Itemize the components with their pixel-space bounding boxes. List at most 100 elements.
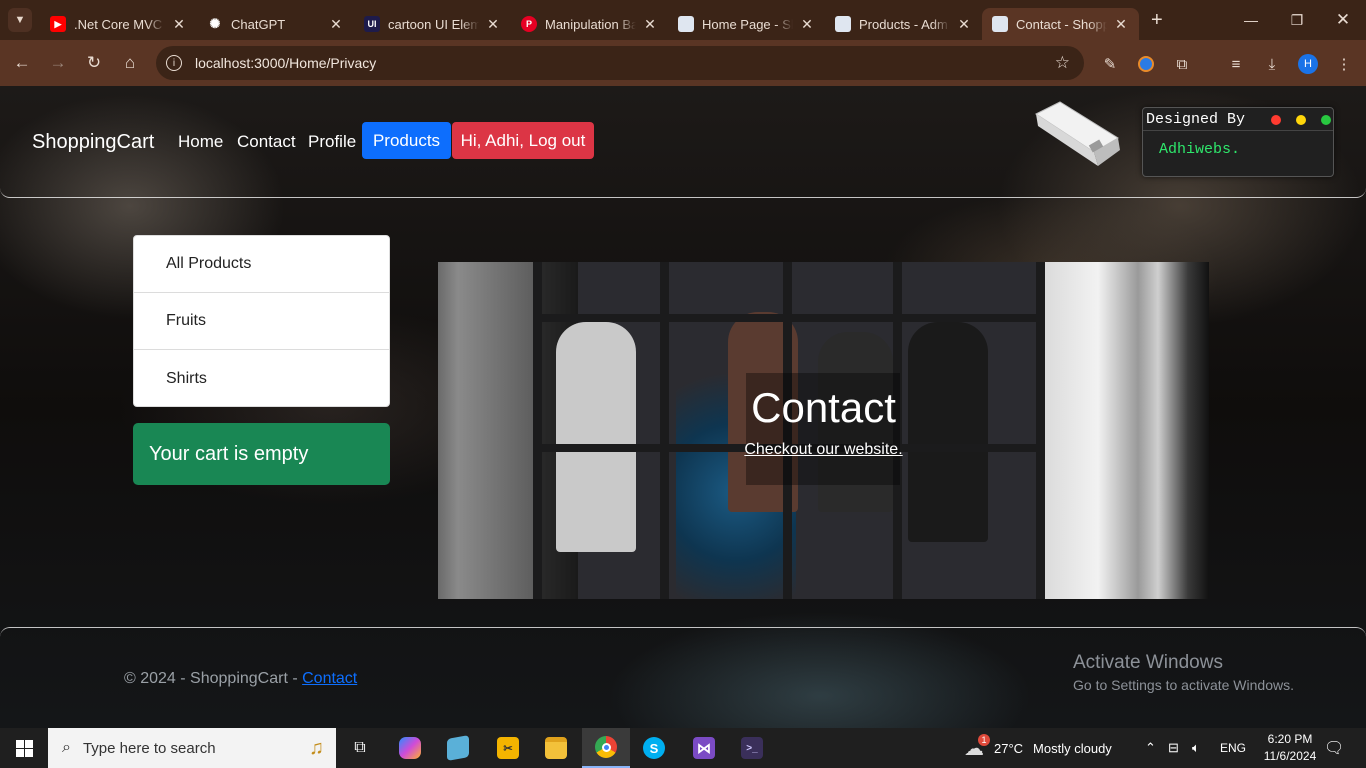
media-control-icon[interactable]: ≡ [1224,52,1248,76]
footer-contact-link[interactable]: Contact [302,670,357,687]
language-text: ENG [1220,741,1247,755]
taskbar-search-box[interactable]: ⌕ Type here to search ♫ [48,728,336,768]
taskbar-app[interactable]: >_ [728,728,776,768]
new-tab-button[interactable]: + [1151,9,1163,32]
profile-avatar-icon[interactable]: H [1296,52,1320,76]
weather-widget[interactable]: ☁ 1 27°C Mostly cloudy [964,728,1112,768]
taskbar-app[interactable]: ⋈ [680,728,728,768]
designed-by-card: Designed By Adhiwebs. [1142,107,1334,177]
forward-icon[interactable]: → [40,45,76,81]
bookmark-star-icon[interactable]: ☆ [1055,53,1070,73]
activate-windows-subtitle: Go to Settings to activate Windows. [1073,677,1294,693]
skype-icon: S [643,737,665,759]
chevron-up-icon: ⌃ [1145,740,1156,755]
taskbar-app[interactable]: S [630,728,678,768]
taskbar-app[interactable] [434,728,482,768]
clock-time: 6:20 PM [1267,732,1313,746]
site-info-icon[interactable]: i [166,55,182,71]
notification-center-button[interactable]: 🗨︎ [1324,728,1344,768]
home-icon[interactable]: ⌂ [112,45,148,81]
restore-icon[interactable]: ❐ [1274,0,1320,40]
show-hidden-icons-button[interactable]: ⌃ [1145,728,1156,768]
browser-extension-icon[interactable] [1134,52,1158,76]
page-icon [992,16,1008,32]
tab-search-menu-button[interactable]: ▼ [8,8,32,32]
volume-control[interactable]: 🔈︎ [1192,728,1200,768]
taskbar-app[interactable] [532,728,580,768]
reload-icon[interactable]: ↻ [76,45,112,81]
tab-title: Products - Adm [859,16,948,32]
mannequin-figure [908,322,988,542]
nav-home-link[interactable]: Home [178,132,223,152]
weather-cloud-icon: ☁ 1 [964,733,990,761]
chrome-icon [595,736,617,758]
brand-link[interactable]: ShoppingCart [32,131,154,154]
network-icon: ⊟ [1168,740,1179,755]
footer-text: © 2024 - ShoppingCart - [124,670,303,687]
category-shirts[interactable]: Shirts [134,350,389,407]
weather-temp: 27°C [994,740,1024,756]
taskbar-clock[interactable]: 6:20 PM 11/6/2024 [1252,731,1328,765]
taskbar-app[interactable] [386,728,434,768]
designer-name: Adhiwebs. [1159,141,1241,158]
taskbar-app-chrome[interactable] [582,728,630,768]
tab-title: Contact - Shopp [1016,16,1107,32]
close-tab-icon[interactable]: ✕ [171,16,187,33]
extensions-puzzle-icon[interactable]: ⧉ [1170,52,1194,76]
close-window-icon[interactable]: ✕ [1320,0,1366,40]
snipping-tool-icon: ✂ [497,737,519,759]
windows-taskbar: ⌕ Type here to search ♫ ⧉ ✂ S ⋈ >_ ☁ 1 27… [0,728,1366,768]
window-frame [538,314,1038,322]
nav-profile-link[interactable]: Profile [308,132,356,152]
browser-tab-bar: ▼ ▶ .Net Core MVC ( ✕ ✺ ChatGPT ✕ UI car… [0,0,1366,40]
browser-tab-active[interactable]: Contact - Shopp ✕ [982,8,1139,40]
weather-badge: 1 [978,733,990,746]
url-text[interactable]: localhost:3000/Home/Privacy [195,55,376,71]
hero-banner: Contact Checkout our website. [438,262,1209,599]
hero-website-link[interactable]: Checkout our website. [438,441,1209,459]
mannequin-figure [556,322,636,552]
close-tab-icon[interactable]: ✕ [799,16,815,33]
footer-copyright: © 2024 - ShoppingCart - Contact [124,670,357,688]
address-bar[interactable]: i localhost:3000/Home/Privacy ☆ [156,46,1084,80]
products-button[interactable]: Products [362,122,451,159]
close-tab-icon[interactable]: ✕ [328,16,344,33]
eyedropper-extension-icon[interactable]: ✎ [1098,52,1122,76]
browser-tab[interactable]: Products - Adm ✕ [825,8,982,40]
category-fruits[interactable]: Fruits [134,293,389,350]
browser-tab[interactable]: ▶ .Net Core MVC ( ✕ [40,8,197,40]
close-tab-icon[interactable]: ✕ [642,16,658,33]
start-button[interactable] [0,728,48,768]
page-icon [678,16,694,32]
browser-tab[interactable]: ✺ ChatGPT ✕ [197,8,354,40]
category-list: All Products Fruits Shirts [133,235,390,407]
tab-title: .Net Core MVC ( [74,16,165,32]
hero-title: Contact [751,384,896,431]
youtube-icon: ▶ [50,16,66,32]
language-indicator[interactable]: ENG [1220,728,1246,768]
more-options-icon[interactable]: ⋮ [1332,52,1356,76]
taskbar-app[interactable]: ✂ [484,728,532,768]
brand-text: ShoppingCart [32,131,155,153]
close-tab-icon[interactable]: ✕ [485,16,501,33]
site-header: ShoppingCart Home Contact Profile Produc… [0,86,1366,198]
clock-date: 11/6/2024 [1263,749,1317,763]
logout-button[interactable]: Hi, Adhi, Log out [452,122,594,159]
browser-tab[interactable]: Home Page - Sh ✕ [668,8,825,40]
browser-tab[interactable]: P Manipulation Ba ✕ [511,8,668,40]
minimize-icon[interactable]: — [1228,0,1274,40]
download-icon[interactable]: ⤓ [1260,52,1284,76]
task-view-button[interactable]: ⧉ [336,728,384,768]
browser-tab[interactable]: UI cartoon UI Eleme ✕ [354,8,511,40]
green-dot-icon [1321,115,1331,125]
close-tab-icon[interactable]: ✕ [956,16,972,33]
close-tab-icon[interactable]: ✕ [1113,16,1129,33]
category-all-products[interactable]: All Products [134,236,389,293]
back-icon[interactable]: ← [4,45,40,81]
nav-contact-link[interactable]: Contact [237,132,296,152]
notification-icon: 🗨︎ [1324,740,1345,757]
red-dot-icon [1271,115,1281,125]
web-page: ShoppingCart Home Contact Profile Produc… [0,86,1366,728]
network-status[interactable]: ⊟ [1168,728,1179,768]
tab-title: cartoon UI Eleme [388,16,479,32]
